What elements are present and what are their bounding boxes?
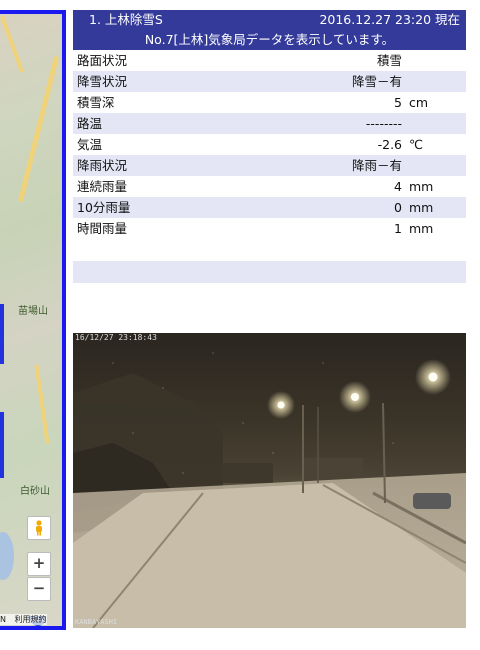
row-unit: mm — [409, 179, 434, 194]
map-lake — [0, 532, 14, 580]
empty-row — [73, 283, 466, 305]
table-row: 降雨状況 降雨－有 — [73, 155, 466, 176]
zoom-in-button[interactable]: + — [27, 552, 51, 576]
map-attribution: N 利用規約 — [0, 614, 47, 625]
table-row: 積雪深 5 cm — [73, 92, 466, 113]
row-label: 時間雨量 — [77, 221, 128, 236]
station-title: 1. 上林除雪S — [89, 12, 163, 27]
camera-location: KANBAYASHI — [75, 618, 118, 626]
map-selected-segment[interactable] — [0, 304, 4, 364]
map-attribution-fragment: N — [0, 615, 6, 624]
row-unit: cm — [409, 95, 429, 110]
row-label: 連続雨量 — [77, 179, 128, 194]
row-unit: mm — [409, 200, 434, 215]
map-road — [34, 364, 50, 444]
weather-table: 路面状況 積雪 降雪状況 降雪－有 積雪深 5 cm 路温 -------- 気… — [73, 50, 466, 239]
row-label: 積雪深 — [77, 95, 115, 110]
row-unit: ℃ — [409, 137, 424, 152]
empty-row — [73, 239, 466, 261]
row-value: 1 — [394, 221, 402, 236]
weather-info-panel: 1. 上林除雪S 2016.12.27 23:20 現在 No.7[上林]気象局… — [73, 10, 466, 305]
street-view-pegman-icon[interactable] — [27, 516, 51, 540]
row-value: 5 — [394, 95, 402, 110]
row-label: 路面状況 — [77, 53, 128, 68]
row-label: 気温 — [77, 137, 103, 152]
row-label: 降雨状況 — [77, 158, 128, 173]
row-value: -2.6 — [377, 137, 402, 152]
map-label-shirasunayama: 白砂山 — [20, 486, 50, 497]
map-panel[interactable]: 苗場山 白砂山 + − 405 N 利用規約 — [0, 10, 66, 630]
map-label-naebasan: 苗場山 — [18, 306, 48, 317]
table-row: 路温 -------- — [73, 113, 466, 134]
map-road — [0, 15, 25, 73]
empty-row — [73, 261, 466, 283]
table-row: 降雪状況 降雪－有 — [73, 71, 466, 92]
map-terms-link[interactable]: 利用規約 — [15, 615, 47, 624]
row-value: 4 — [394, 179, 402, 194]
row-value: 積雪 — [376, 53, 402, 68]
table-row: 路面状況 積雪 — [73, 50, 466, 71]
station-datetime: 2016.12.27 23:20 現在 — [319, 12, 460, 27]
table-row: 気温 -2.6 ℃ — [73, 134, 466, 155]
map-selected-segment[interactable] — [0, 412, 4, 478]
row-label: 路温 — [77, 116, 103, 131]
road-camera-image: 16/12/27 23:18:43 KANBAYASHI — [73, 333, 466, 628]
row-value: 0 — [394, 200, 402, 215]
camera-scene — [73, 352, 466, 628]
row-label: 降雪状況 — [77, 74, 128, 89]
station-subtitle: No.7[上林]気象局データを表示しています。 — [73, 30, 466, 50]
row-value: 降雨－有 — [351, 158, 402, 173]
station-header: 1. 上林除雪S 2016.12.27 23:20 現在 — [73, 10, 466, 30]
row-unit: mm — [409, 221, 434, 236]
camera-timestamp: 16/12/27 23:18:43 — [75, 333, 157, 342]
table-row: 10分雨量 0 mm — [73, 197, 466, 218]
row-label: 10分雨量 — [77, 200, 131, 215]
row-value: 降雪－有 — [351, 74, 402, 89]
zoom-out-button[interactable]: − — [27, 577, 51, 601]
table-row: 連続雨量 4 mm — [73, 176, 466, 197]
table-row: 時間雨量 1 mm — [73, 218, 466, 239]
map-road — [17, 55, 60, 203]
row-value: -------- — [365, 116, 402, 131]
